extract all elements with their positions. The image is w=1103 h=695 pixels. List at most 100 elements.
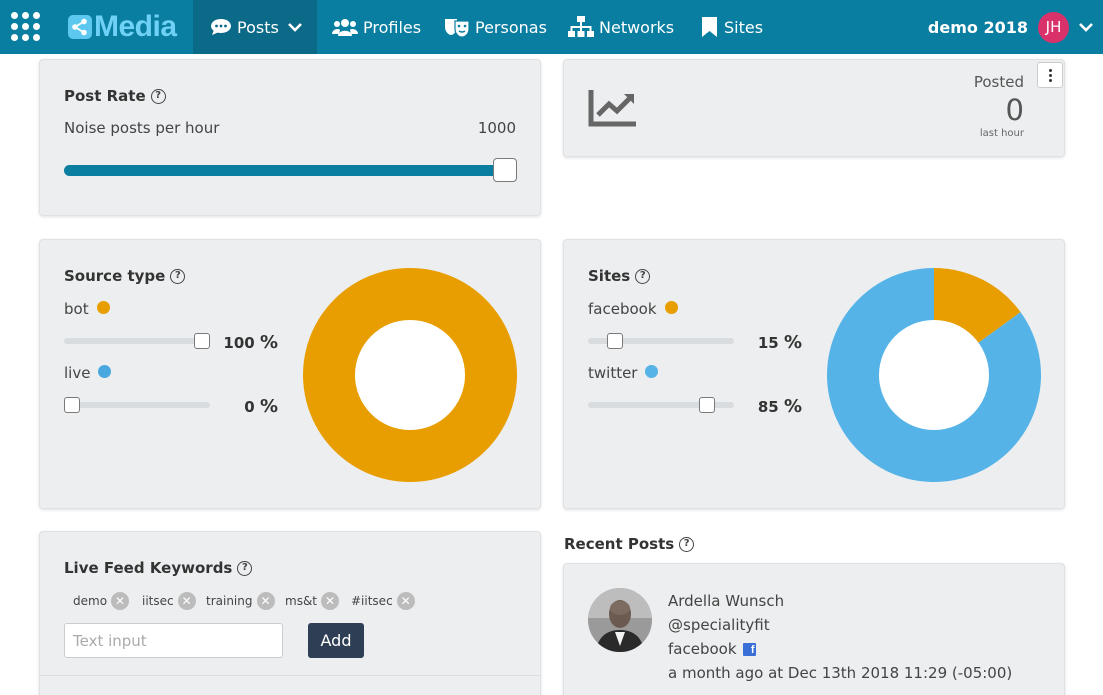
post-rate-title-text: Post Rate [64, 87, 146, 105]
post-rate-slider-thumb[interactable] [493, 158, 517, 182]
keyword-tag-label: ms&t [285, 594, 318, 608]
sites-donut-chart [827, 268, 1041, 482]
keyword-tag: #iitsec ✕ [351, 592, 415, 610]
chat-icon [211, 19, 231, 35]
nav-personas[interactable]: Personas [444, 0, 547, 54]
site-facebook-label-text: facebook [588, 300, 657, 318]
source-bot-label-text: bot [64, 300, 89, 318]
source-bot-percent-value: 100 [223, 334, 255, 352]
legend-dot [664, 301, 678, 314]
source-bot-percent-unit: % [259, 332, 278, 353]
chevron-down-icon [1079, 23, 1093, 32]
more-options-button[interactable] [1037, 62, 1063, 88]
share-icon [68, 15, 92, 39]
legend-dot [96, 301, 110, 314]
source-live-slider[interactable] [64, 402, 210, 408]
posted-count: 0 [1005, 93, 1024, 127]
brand-logo[interactable]: Media [68, 10, 177, 43]
divider [40, 675, 540, 676]
site-twitter-slider-thumb[interactable] [699, 397, 715, 413]
add-keyword-button[interactable]: Add [308, 623, 364, 658]
site-facebook-percent-value: 15 [757, 334, 779, 352]
site-twitter-label: twitter [588, 364, 659, 382]
source-live-label-text: live [64, 364, 91, 382]
post-author-handle: @specialityfit [668, 616, 770, 634]
remove-tag-icon[interactable]: ✕ [321, 592, 340, 610]
post-rate-value: 1000 [477, 119, 516, 137]
legend-dot [645, 365, 659, 378]
post-rate-slider[interactable] [64, 165, 516, 176]
nav-profiles[interactable]: Profiles [332, 0, 421, 54]
site-facebook-percent: 15 % [734, 332, 802, 353]
post-author-name[interactable]: Ardella Wunsch [668, 592, 784, 610]
brand-name: Media [94, 10, 177, 43]
recent-posts-title: Recent Posts ? [564, 535, 695, 553]
post-timestamp: a month ago at Dec 13th 2018 11:29 (-05:… [668, 664, 1013, 682]
apps-grid-icon[interactable] [11, 12, 41, 42]
nav-networks[interactable]: Networks [568, 0, 674, 54]
source-type-card: Source type ? bot 100 % live 0 % [39, 239, 541, 509]
source-bot-slider[interactable] [64, 338, 210, 344]
remove-tag-icon[interactable]: ✕ [396, 592, 415, 610]
source-live-label: live [64, 364, 112, 382]
recent-posts-title-text: Recent Posts [564, 535, 675, 553]
avatar [588, 588, 652, 652]
source-bot-slider-thumb[interactable] [194, 333, 210, 349]
site-twitter-percent: 85 % [734, 396, 802, 417]
keywords-title: Live Feed Keywords ? [64, 559, 253, 577]
top-navbar: Media Posts Profiles Personas Networks S… [0, 0, 1103, 54]
source-bot-label: bot [64, 300, 110, 318]
donut-hole [879, 320, 989, 430]
legend-dot [98, 365, 112, 378]
source-type-donut-chart [303, 268, 517, 482]
nav-posts[interactable]: Posts [193, 0, 317, 54]
facebook-icon: f [742, 642, 756, 656]
recent-post-card[interactable]: Ardella Wunsch @specialityfit facebook f… [563, 563, 1065, 695]
keyword-input[interactable]: Text input [64, 623, 283, 658]
post-rate-label: Noise posts per hour [64, 119, 220, 137]
chart-line-icon [588, 90, 636, 127]
remove-tag-icon[interactable]: ✕ [177, 592, 196, 610]
source-live-slider-thumb[interactable] [64, 397, 80, 413]
keyword-tag-label: #iitsec [351, 594, 393, 608]
keyword-tag: ms&t ✕ [285, 592, 340, 610]
help-icon[interactable]: ? [635, 268, 651, 284]
site-facebook-label: facebook [588, 300, 678, 318]
keywords-card: Live Feed Keywords ? demo ✕ iitsec ✕ train… [39, 531, 541, 695]
chevron-down-icon [287, 23, 302, 32]
keyword-tag-label: demo [73, 594, 108, 608]
post-site-label: facebook [668, 640, 737, 658]
help-icon[interactable]: ? [679, 536, 695, 552]
user-menu[interactable]: demo 2018 JH [928, 0, 1093, 54]
keyword-tag-label: training [206, 594, 253, 608]
keyword-tag: training ✕ [206, 592, 275, 610]
nav-profiles-label: Profiles [363, 17, 422, 37]
sites-title: Sites ? [588, 267, 651, 285]
source-bot-percent: 100 % [210, 332, 278, 353]
site-twitter-label-text: twitter [588, 364, 638, 382]
site-facebook-slider-thumb[interactable] [607, 333, 623, 349]
nav-sites[interactable]: Sites [701, 0, 763, 54]
post-rate-card: Post Rate ? Noise posts per hour 1000 [39, 59, 541, 216]
site-twitter-percent-value: 85 [757, 398, 779, 416]
sitemap-icon [568, 16, 594, 37]
nav-posts-label: Posts [237, 17, 279, 37]
source-live-percent-unit: % [259, 396, 278, 417]
nav-networks-label: Networks [599, 17, 675, 37]
remove-tag-icon[interactable]: ✕ [256, 592, 275, 610]
remove-tag-icon[interactable]: ✕ [111, 592, 130, 610]
posted-label: Posted [973, 73, 1024, 91]
masks-icon [445, 19, 470, 37]
help-icon[interactable]: ? [170, 268, 186, 284]
bookmark-icon [702, 17, 717, 37]
help-icon[interactable]: ? [237, 560, 253, 576]
keyword-tag: iitsec ✕ [142, 592, 196, 610]
help-icon[interactable]: ? [150, 88, 166, 104]
keyword-tag: demo ✕ [73, 592, 130, 610]
keyword-tag-label: iitsec [142, 594, 174, 608]
user-name: demo 2018 [927, 17, 1028, 37]
source-live-percent: 0 % [210, 396, 278, 417]
post-site: facebook f [668, 640, 756, 658]
donut-hole [355, 320, 465, 430]
keywords-title-text: Live Feed Keywords [64, 559, 233, 577]
